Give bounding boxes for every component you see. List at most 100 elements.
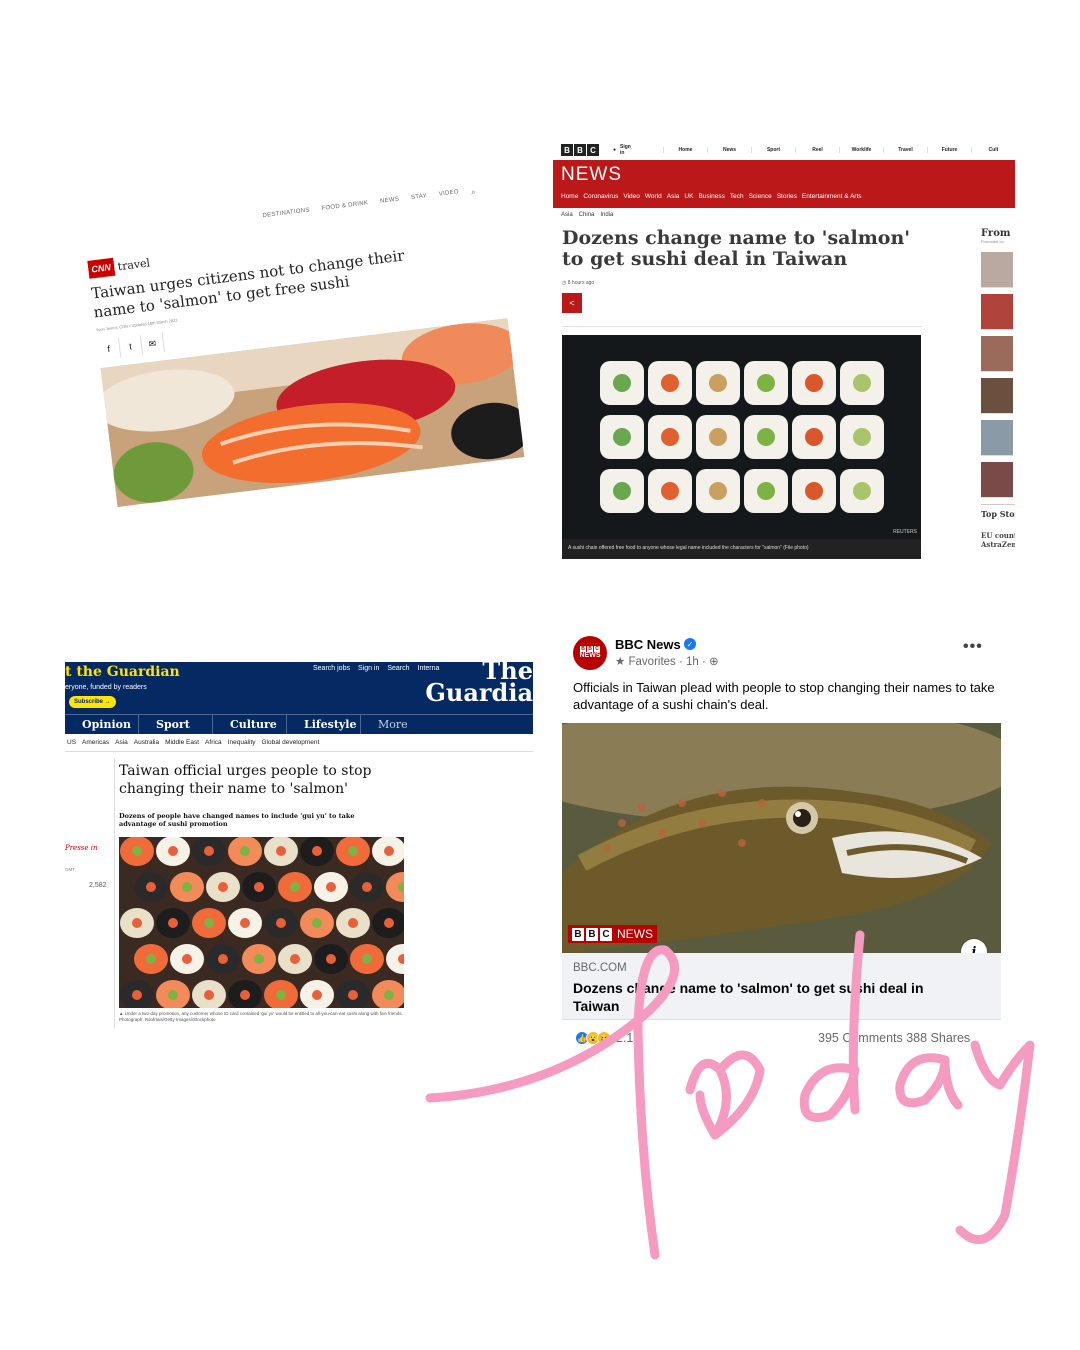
bbc-section-item[interactable]: Tech bbox=[730, 193, 744, 200]
bbc-top-nav-item[interactable]: News bbox=[707, 147, 751, 153]
sushi-filling bbox=[240, 918, 250, 928]
sidebar-thumbnail[interactable] bbox=[981, 378, 1013, 414]
bbc-section-item[interactable]: World bbox=[645, 193, 662, 200]
share-count: 2,582 bbox=[89, 882, 107, 889]
bbc-section-item[interactable]: Stories bbox=[777, 193, 797, 200]
sushi-filling bbox=[709, 374, 727, 392]
bbc-top-nav-item[interactable]: Travel bbox=[883, 147, 927, 153]
sub-nav-item[interactable]: US bbox=[67, 739, 76, 746]
sub-nav-item[interactable]: Inequality bbox=[228, 739, 256, 746]
cnn-nav-item[interactable]: FOOD & DRINK bbox=[321, 200, 369, 216]
bbc-section-item[interactable]: Business bbox=[698, 193, 724, 200]
bbc-top-nav-item[interactable]: Sport bbox=[751, 147, 795, 153]
reaction-summary[interactable]: 👍 😮 😆 2.1K bbox=[575, 1031, 642, 1045]
nav-sport[interactable]: Sport bbox=[139, 715, 213, 734]
user-icon: ● bbox=[613, 147, 617, 153]
reaction-count: 2.1K bbox=[616, 1031, 642, 1045]
bbc-section-item[interactable]: Entertainment & Arts bbox=[802, 193, 862, 200]
cnn-nav-item[interactable]: STAY bbox=[411, 193, 428, 205]
nav-opinion[interactable]: Opinion bbox=[65, 715, 139, 734]
guardian-logo-line: Guardia bbox=[425, 678, 533, 707]
cnn-nav-item[interactable]: NEWS bbox=[380, 196, 400, 208]
sign-in-link[interactable]: Sign in bbox=[358, 665, 379, 672]
email-icon[interactable]: ✉ bbox=[140, 332, 166, 355]
sushi-filling bbox=[240, 990, 250, 1000]
bbc-timestamp-text: 8 hours ago bbox=[567, 280, 595, 286]
bbc-section-item[interactable]: Science bbox=[749, 193, 772, 200]
sub-nav-item[interactable]: Americas bbox=[82, 739, 109, 746]
bbc-top-nav-item[interactable]: Future bbox=[927, 147, 971, 153]
bbc-section-item[interactable]: Home bbox=[561, 193, 578, 200]
sushi-filling bbox=[312, 846, 322, 856]
bbc-news-avatar[interactable]: BBC NEWS bbox=[573, 636, 607, 670]
sidebar-thumbnail[interactable] bbox=[981, 336, 1013, 372]
bbc-top-nav-item[interactable]: Home bbox=[663, 147, 707, 153]
sushi-filling bbox=[132, 918, 142, 928]
cnn-nav-item[interactable]: DESTINATIONS bbox=[262, 207, 310, 223]
guardian-logo[interactable]: The Guardia bbox=[417, 662, 533, 707]
bbc-section-item[interactable]: Coronavirus bbox=[583, 193, 618, 200]
search-icon[interactable]: ⌕ bbox=[470, 187, 476, 198]
bbc-top-nav-item[interactable]: Cult bbox=[971, 147, 1015, 153]
bbc-section-item[interactable]: Asia bbox=[667, 193, 680, 200]
page-name[interactable]: BBC News bbox=[615, 637, 681, 652]
bbc-news-wordmark[interactable]: NEWS bbox=[561, 164, 622, 186]
bbc-sub-nav-item[interactable]: Asia bbox=[561, 212, 573, 218]
salmon-photo[interactable]: B B C NEWS bbox=[562, 723, 1001, 953]
link-domain: BBC.COM bbox=[573, 962, 627, 974]
bbc-sub-nav-item[interactable]: India bbox=[600, 212, 613, 218]
search-link[interactable]: Search bbox=[387, 665, 409, 672]
bbc-section-item[interactable]: Video bbox=[623, 193, 640, 200]
sign-in-link[interactable]: ● Sign in bbox=[613, 144, 633, 156]
sushi-filling bbox=[362, 882, 372, 892]
sidebar-thumbnail[interactable] bbox=[981, 252, 1013, 288]
sushi-filling bbox=[853, 482, 871, 500]
search-jobs-link[interactable]: Search jobs bbox=[313, 665, 350, 672]
divider bbox=[65, 751, 533, 752]
more-options-icon[interactable]: ••• bbox=[963, 638, 983, 656]
sub-nav-item[interactable]: Global development bbox=[262, 739, 320, 746]
sushi-filling bbox=[276, 990, 286, 1000]
cnn-nav-item[interactable]: VIDEO bbox=[439, 189, 460, 201]
photo-caption: A sushi chain offered free food to anyon… bbox=[562, 539, 921, 559]
bbc-sidebar: From Promoted co Top Stor EU count Astra… bbox=[981, 228, 1015, 549]
sushi-filling bbox=[384, 918, 394, 928]
bbc-headline: Dozens change name to 'salmon' to get su… bbox=[562, 227, 911, 270]
sushi-filling bbox=[168, 918, 178, 928]
sushi-filling bbox=[290, 882, 300, 892]
facebook-icon[interactable]: f bbox=[97, 337, 122, 361]
sushi-rolls-illustration bbox=[600, 361, 884, 513]
bbc-news-masthead: NEWS Home Coronavirus Video World Asia U… bbox=[553, 160, 1015, 208]
bbc-logo[interactable]: B B C bbox=[561, 144, 599, 156]
bbc-top-nav-item[interactable]: Reel bbox=[795, 147, 839, 153]
share-icon[interactable]: < bbox=[562, 293, 582, 313]
bbc-section-item[interactable]: UK bbox=[684, 193, 693, 200]
cnn-nav: DESTINATIONS FOOD & DRINK NEWS STAY VIDE… bbox=[262, 187, 476, 223]
bbc-top-nav-item[interactable]: Worklife bbox=[839, 147, 883, 153]
sub-nav-item[interactable]: Africa bbox=[205, 739, 222, 746]
comments-shares-count[interactable]: 395 Comments 388 Shares bbox=[818, 1031, 970, 1045]
nav-more[interactable]: More bbox=[361, 715, 435, 734]
nav-culture[interactable]: Culture bbox=[213, 715, 287, 734]
sub-nav-item[interactable]: Asia bbox=[115, 739, 128, 746]
sushi-filling bbox=[613, 482, 631, 500]
sushi-filling bbox=[661, 428, 679, 446]
sidebar-thumbnail[interactable] bbox=[981, 294, 1013, 330]
twitter-icon[interactable]: t bbox=[118, 334, 144, 358]
sushi-filling bbox=[240, 846, 250, 856]
link-preview[interactable]: BBC.COM Dozens change name to 'salmon' t… bbox=[562, 953, 1001, 1020]
guardian-pillar-nav: Opinion Sport Culture Lifestyle More bbox=[65, 714, 533, 734]
sidebar-thumbnail[interactable] bbox=[981, 462, 1013, 498]
bbc-sub-nav-item[interactable]: China bbox=[579, 212, 595, 218]
nav-lifestyle[interactable]: Lifestyle bbox=[287, 715, 361, 734]
divider bbox=[562, 326, 922, 327]
top-story-link[interactable]: EU count AstraZen bbox=[981, 531, 1015, 549]
sub-nav-item[interactable]: Australia bbox=[134, 739, 159, 746]
cnn-logo[interactable]: CNN bbox=[87, 257, 115, 279]
sub-nav-item[interactable]: Middle East bbox=[165, 739, 199, 746]
subscribe-button[interactable]: Subscribe → bbox=[69, 696, 116, 708]
sidebar-thumbnail[interactable] bbox=[981, 420, 1013, 456]
bbc-sushi-photo: REUTERS A sushi chain offered free food … bbox=[562, 335, 921, 559]
guardian-byline[interactable]: Presse in bbox=[65, 844, 98, 852]
post-meta: ★ Favorites · 1h · ⊕ bbox=[615, 656, 719, 668]
